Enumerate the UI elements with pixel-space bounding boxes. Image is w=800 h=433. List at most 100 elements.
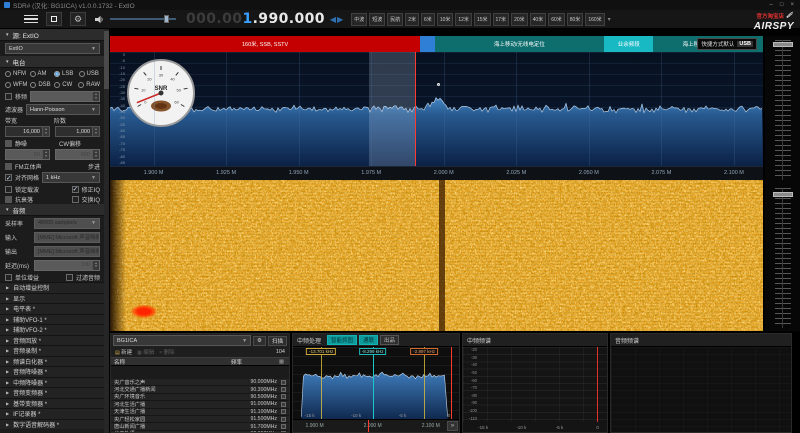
sidebar-panel-collapsed[interactable]: ▶电平表 * bbox=[0, 303, 109, 314]
frequency-axis[interactable]: 1.900 M1.925 M1.950 M1.975 M2.000 M2.025… bbox=[110, 166, 763, 180]
settings-gear-icon[interactable]: ⚙ bbox=[70, 12, 86, 26]
sidebar-panel-collapsed[interactable]: ▶基带变频器 * bbox=[0, 398, 109, 409]
bandplan-segment[interactable] bbox=[420, 36, 434, 52]
shift-checkbox[interactable] bbox=[5, 93, 12, 100]
mode-radio[interactable]: AM bbox=[30, 71, 52, 77]
filter-select[interactable]: Hann-Poisson▼ bbox=[26, 104, 100, 115]
step-left-icon[interactable]: ◀ bbox=[330, 15, 336, 24]
if-panel-button[interactable]: 智能抓图 bbox=[327, 335, 357, 345]
mode-radio[interactable]: NFM bbox=[5, 71, 27, 77]
swap-iq-checkbox[interactable] bbox=[72, 196, 79, 203]
table-row[interactable]: 北广外语 92.300MHz bbox=[111, 431, 289, 432]
stepper[interactable]: ▴▾ bbox=[92, 150, 99, 159]
band-button[interactable]: 40米 bbox=[530, 13, 547, 26]
filter-edge-line[interactable] bbox=[424, 347, 425, 419]
band-button[interactable]: 15米 bbox=[474, 13, 491, 26]
latency-input[interactable]: 100▴▾ bbox=[34, 260, 100, 271]
step-right-icon[interactable]: ▶ bbox=[337, 15, 343, 24]
bandplan-segment[interactable]: 海上移动/无线电定位 bbox=[435, 36, 605, 52]
sidebar-scrollbar[interactable] bbox=[104, 29, 109, 433]
if-panel-button[interactable]: 出品 bbox=[380, 335, 399, 345]
if-spectrum-plot[interactable]: -20-30-40-50-60-70-80-90-100-110 bbox=[463, 347, 607, 422]
row-checkbox[interactable] bbox=[281, 387, 286, 392]
delete-entry-button[interactable]: × 删除 bbox=[159, 348, 174, 356]
stepper[interactable]: ▴▾ bbox=[92, 127, 99, 136]
samplerate-select[interactable]: 48000 sample/s▼ bbox=[34, 218, 100, 229]
waterfall-display[interactable] bbox=[110, 180, 763, 331]
shift-input[interactable]: ▴▾ bbox=[30, 91, 100, 102]
tuning-filter-band[interactable] bbox=[369, 52, 415, 166]
step-size-select[interactable]: 1 kHz▼ bbox=[42, 172, 100, 183]
zoom-slider[interactable] bbox=[775, 40, 791, 180]
speaker-icon[interactable] bbox=[95, 15, 104, 24]
snap-grid-checkbox[interactable] bbox=[5, 174, 12, 181]
row-checkbox[interactable] bbox=[281, 409, 286, 414]
hamburger-menu-icon[interactable] bbox=[24, 15, 38, 24]
lock-carrier-checkbox[interactable] bbox=[5, 186, 12, 193]
zoom-slider-handle[interactable] bbox=[773, 42, 793, 47]
row-checkbox[interactable] bbox=[281, 431, 286, 432]
band-button[interactable]: 60米 bbox=[548, 13, 565, 26]
sidebar-panel-collapsed[interactable]: ▶辅助VFO-1 * bbox=[0, 314, 109, 325]
filter-audio-checkbox[interactable] bbox=[66, 274, 73, 281]
mode-radio[interactable]: WFM bbox=[5, 82, 27, 88]
stop-button[interactable] bbox=[46, 12, 62, 26]
sidebar-panel-collapsed[interactable]: ▶音频回放 * bbox=[0, 335, 109, 346]
band-button[interactable]: 12米 bbox=[455, 13, 472, 26]
audio-output-select[interactable]: [MME] Microsoft 声音映射器▼ bbox=[34, 246, 100, 257]
bandplan-segment[interactable]: 160米, SSB, SSTV bbox=[110, 36, 420, 52]
band-button[interactable]: 20米 bbox=[511, 13, 528, 26]
contrast-slider-handle[interactable] bbox=[773, 192, 793, 197]
band-button[interactable]: 短波 bbox=[369, 13, 385, 26]
band-overview-bar[interactable]: 1.900 M2.000 M2.100 M » bbox=[293, 419, 459, 432]
bandplan-segment[interactable]: 业余频段 bbox=[604, 36, 653, 52]
bandwidth-input[interactable]: 16,000▴▾ bbox=[5, 126, 50, 137]
sidebar-panel-collapsed[interactable]: ▶辅助VFO-2 * bbox=[0, 324, 109, 335]
scrollbar-thumb[interactable] bbox=[104, 31, 109, 89]
new-entry-button[interactable]: ▤ 新建 bbox=[115, 348, 132, 356]
band-button[interactable]: 17米 bbox=[493, 13, 510, 26]
group-select[interactable]: BG1ICA▼ bbox=[113, 335, 251, 346]
edit-entry-button[interactable]: ▦ 编辑 bbox=[137, 348, 154, 356]
source-device-select[interactable]: ExtIO▼ bbox=[5, 43, 100, 54]
stepper[interactable]: ▴▾ bbox=[42, 150, 49, 159]
fm-stereo-checkbox[interactable] bbox=[5, 163, 12, 170]
anti-fading-checkbox[interactable] bbox=[5, 196, 12, 203]
frequency-stepper[interactable]: ◀▶ bbox=[330, 15, 343, 24]
band-button[interactable]: 2米 bbox=[405, 13, 419, 26]
sidebar-panel-collapsed[interactable]: ▶音频录制 * bbox=[0, 345, 109, 356]
band-button[interactable]: 80米 bbox=[567, 13, 584, 26]
stepper[interactable]: ▴▾ bbox=[92, 92, 99, 101]
expand-button[interactable]: » bbox=[447, 421, 458, 431]
table-header[interactable]: 名称 频率 ▦ bbox=[111, 357, 289, 366]
unity-gain-checkbox[interactable] bbox=[5, 274, 12, 281]
mode-radio[interactable]: RAW bbox=[78, 82, 100, 88]
audio-spectrum-plot[interactable] bbox=[611, 347, 791, 432]
mode-radio[interactable]: DSB bbox=[30, 82, 51, 88]
row-checkbox[interactable] bbox=[281, 394, 286, 399]
filter-edge-line[interactable] bbox=[321, 347, 322, 419]
sidebar-panel-collapsed[interactable]: ▶频谱白化器 * bbox=[0, 356, 109, 367]
spectrum-display[interactable]: 0-5-10-15-20-25-30-35-40-45-50-55-60-65-… bbox=[110, 52, 763, 166]
stepper[interactable]: ▴▾ bbox=[92, 261, 99, 270]
sidebar-panel-collapsed[interactable]: ▶音频变频器 * bbox=[0, 387, 109, 398]
band-button[interactable]: 160米 bbox=[585, 13, 604, 26]
squelch-input[interactable]: 50▴▾ bbox=[5, 149, 50, 160]
row-checkbox[interactable] bbox=[281, 424, 286, 429]
frequency-display[interactable]: 000.001.990.000 bbox=[186, 11, 325, 27]
squelch-checkbox[interactable] bbox=[5, 140, 12, 147]
band-button[interactable]: 10米 bbox=[437, 13, 454, 26]
band-button[interactable]: 中波 bbox=[351, 13, 367, 26]
scan-button[interactable]: 扫描 bbox=[268, 336, 287, 346]
chevron-down-icon[interactable]: ▾ bbox=[608, 16, 611, 23]
audio-section-header[interactable]: ▼音频 bbox=[0, 204, 109, 216]
tuning-line[interactable] bbox=[415, 52, 416, 166]
correct-iq-checkbox[interactable] bbox=[72, 186, 79, 193]
if-filter-graph[interactable]: -13.701 kHz-8.299 kHz-2.897 kHz -15 k-10… bbox=[293, 347, 459, 419]
source-section-header[interactable]: ▼源: ExtIO bbox=[0, 29, 109, 41]
row-checkbox[interactable] bbox=[281, 380, 286, 385]
if-panel-button[interactable]: 通联 bbox=[359, 335, 378, 345]
sidebar-panel-collapsed[interactable]: ▶自动增益控制 bbox=[0, 282, 109, 293]
sidebar-panel-collapsed[interactable]: ▶音频降噪器 * bbox=[0, 366, 109, 377]
order-input[interactable]: 1,000▴▾ bbox=[55, 126, 100, 137]
